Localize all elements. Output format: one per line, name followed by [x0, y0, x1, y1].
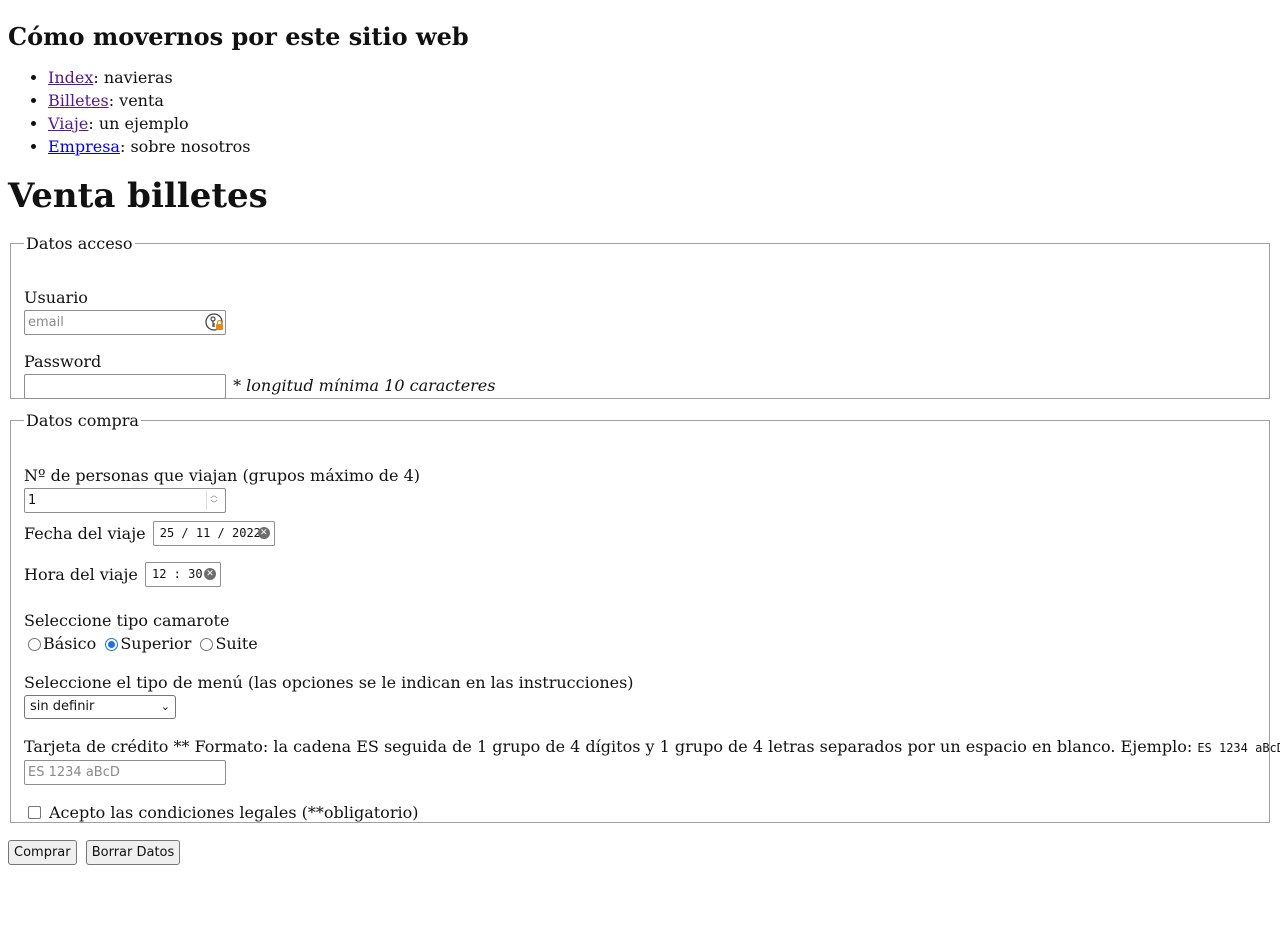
card-input[interactable]: ES 1234 aBcD [24, 760, 226, 785]
menu-label: Seleccione el tipo de menú (las opciones… [24, 673, 634, 692]
number-spinner-icon[interactable]: ︿ ﹀ [206, 491, 221, 510]
nav-link-billetes[interactable]: Billetes [48, 91, 109, 110]
date-label: Fecha del viaje [24, 524, 146, 543]
time-input[interactable]: 12 : 30 ✕ [145, 562, 221, 587]
reset-button[interactable]: Borrar Datos [85, 840, 181, 865]
people-number-input[interactable]: 1 ︿ ﹀ [24, 488, 226, 513]
cabin-option-suite: Suite [215, 634, 258, 653]
user-email-input[interactable]: email [24, 310, 226, 335]
form-buttons: Comprar Borrar Datos [8, 840, 1272, 865]
nav-item-billetes: Billetes: venta [48, 89, 1272, 112]
nav-link-empresa[interactable]: Empresa [48, 137, 120, 156]
people-label: Nº de personas que viajan (grupos máximo… [24, 466, 421, 485]
password-input[interactable] [24, 374, 226, 399]
date-month[interactable]: 11 [196, 526, 210, 540]
nav-desc-billetes: : venta [108, 91, 164, 110]
people-value: 1 [28, 493, 37, 508]
nav-link-viaje[interactable]: Viaje [48, 114, 88, 133]
date-day[interactable]: 25 [160, 526, 174, 540]
card-label-line: Tarjeta de crédito ** Formato: la cadena… [24, 737, 1280, 758]
menu-select[interactable]: sin definir ⌄ [24, 695, 176, 719]
cabin-option-basico: Básico [43, 634, 97, 653]
menu-selected-value: sin definir [30, 699, 95, 714]
chevron-down-icon: ⌄ [160, 700, 170, 713]
nav-desc-empresa: : sobre nosotros [119, 137, 251, 156]
user-label: Usuario [24, 288, 88, 307]
terms-label: Acepto las condiciones legales (**obliga… [49, 803, 419, 822]
date-clear-icon[interactable]: ✕ [257, 527, 270, 539]
access-legend: Datos acceso [26, 234, 133, 253]
nav-link-index[interactable]: Index [48, 68, 93, 87]
nav-list: Index: navieras Billetes: venta Viaje: u… [8, 66, 1272, 158]
nav-item-empresa: Empresa: sobre nosotros [48, 135, 1272, 158]
time-minute[interactable]: 30 [188, 567, 202, 581]
password-hint: * longitud mínima 10 caracteres [233, 376, 496, 395]
buy-button[interactable]: Comprar [8, 840, 77, 865]
cabin-label: Seleccione tipo camarote [24, 611, 230, 630]
nav-desc-viaje: : un ejemplo [88, 114, 189, 133]
password-manager-icon[interactable] [205, 313, 224, 332]
nav-heading: Cómo movernos por este sitio web [8, 22, 469, 51]
card-label: Tarjeta de crédito ** Formato: la cadena… [24, 737, 1193, 756]
time-hour[interactable]: 12 [152, 567, 166, 581]
time-label: Hora del viaje [24, 565, 138, 584]
nav-desc-index: : navieras [93, 68, 173, 87]
page-title: Venta billetes [8, 176, 268, 216]
card-example: ES 1234 aBcD [1197, 741, 1280, 755]
date-year[interactable]: 2022 [232, 526, 261, 540]
cabin-option-superior: Superior [120, 634, 192, 653]
password-label: Password [24, 352, 102, 371]
purchase-legend: Datos compra [26, 411, 139, 430]
cabin-radio-suite[interactable] [200, 638, 214, 651]
terms-checkbox[interactable] [28, 806, 41, 819]
cabin-radio-superior[interactable] [105, 638, 119, 651]
user-email-placeholder: email [28, 315, 64, 330]
nav-item-viaje: Viaje: un ejemplo [48, 112, 1272, 135]
date-input[interactable]: 25 / 11 / 2022 ✕ [152, 521, 275, 546]
cabin-radio-basico[interactable] [28, 638, 41, 651]
purchase-fieldset: Datos compra Nº de personas que viajan (… [10, 411, 1280, 823]
time-clear-icon[interactable]: ✕ [204, 568, 216, 580]
access-fieldset: Datos acceso Usuario email Password * lo… [10, 234, 1270, 399]
card-placeholder: ES 1234 aBcD [28, 765, 120, 780]
nav-item-index: Index: navieras [48, 66, 1272, 89]
